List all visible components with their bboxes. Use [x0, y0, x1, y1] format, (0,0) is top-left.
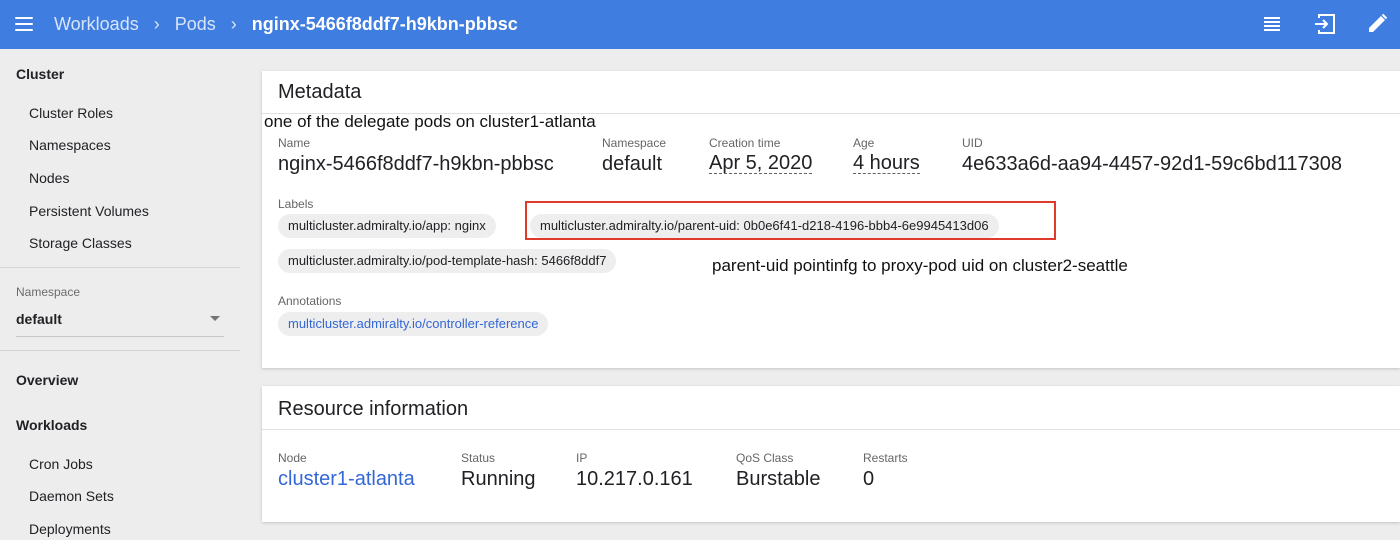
breadcrumb: Workloads › Pods › nginx-5466f8ddf7-h9kb…	[54, 0, 518, 49]
name-value: nginx-5466f8ddf7-h9kbn-pbbsc	[278, 153, 554, 175]
breadcrumb-pods[interactable]: Pods	[175, 14, 216, 35]
caret-down-icon	[210, 316, 220, 321]
sidebar-item-nodes[interactable]: Nodes	[29, 170, 69, 186]
namespace-field-value: default	[602, 153, 663, 175]
sidebar-item-deployments[interactable]: Deployments	[29, 521, 111, 537]
parent-uid-note: parent-uid pointinfg to proxy-pod uid on…	[712, 256, 1128, 275]
sidebar: Cluster Cluster Roles Namespaces Nodes P…	[0, 49, 240, 540]
metadata-title: Metadata	[278, 81, 362, 103]
metadata-card: Metadata one of the delegate pods on clu…	[262, 71, 1400, 368]
sidebar-divider	[0, 350, 240, 351]
sidebar-item-cluster-roles[interactable]: Cluster Roles	[29, 105, 113, 121]
label-chip-pod-template-hash: multicluster.admiralty.io/pod-template-h…	[278, 249, 617, 273]
qos-class-label: QoS Class	[736, 451, 794, 465]
ip-value: 10.217.0.161	[576, 468, 693, 490]
age-label: Age	[853, 136, 875, 150]
chevron-right-icon: ›	[153, 14, 160, 34]
sidebar-item-cron-jobs[interactable]: Cron Jobs	[29, 456, 93, 472]
status-value: Running	[461, 468, 536, 490]
delegate-pod-note: one of the delegate pods on cluster1-atl…	[264, 112, 596, 131]
uid-label: UID	[962, 136, 983, 150]
restarts-label: Restarts	[863, 451, 908, 465]
breadcrumb-workloads[interactable]: Workloads	[54, 14, 139, 35]
name-label: Name	[278, 136, 311, 150]
uid-value: 4e633a6d-aa94-4457-92d1-59c6bd117308	[962, 153, 1342, 175]
sidebar-item-overview[interactable]: Overview	[16, 372, 78, 388]
sidebar-item-storage-classes[interactable]: Storage Classes	[29, 235, 132, 251]
node-link[interactable]: cluster1-atlanta	[278, 468, 415, 491]
age-value[interactable]: 4 hours	[853, 153, 920, 174]
label-chip-app: multicluster.admiralty.io/app: nginx	[278, 214, 496, 238]
namespace-value: default	[16, 311, 62, 327]
namespace-label: Namespace	[16, 285, 81, 299]
creation-time-label: Creation time	[709, 136, 781, 150]
edit-icon[interactable]	[1364, 11, 1390, 37]
page-title: nginx-5466f8ddf7-h9kbn-pbbsc	[251, 14, 518, 34]
restarts-value: 0	[863, 468, 875, 490]
qos-class-value: Burstable	[736, 468, 821, 490]
chevron-right-icon: ›	[230, 14, 237, 34]
status-label: Status	[461, 451, 496, 465]
sidebar-item-daemon-sets[interactable]: Daemon Sets	[29, 488, 114, 504]
exec-icon[interactable]	[1312, 11, 1338, 37]
sidebar-divider	[0, 267, 240, 268]
resource-information-card: Resource information Node cluster1-atlan…	[262, 386, 1400, 522]
sidebar-section-cluster[interactable]: Cluster	[16, 66, 64, 82]
resource-information-title: Resource information	[278, 398, 469, 420]
logs-icon[interactable]	[1259, 11, 1285, 37]
top-app-bar: Workloads › Pods › nginx-5466f8ddf7-h9kb…	[0, 0, 1400, 49]
sidebar-item-namespaces[interactable]: Namespaces	[29, 137, 111, 153]
parent-uid-highlight-box	[525, 201, 1056, 240]
ip-label: IP	[576, 451, 588, 465]
card-divider	[262, 429, 1400, 430]
node-label: Node	[278, 451, 307, 465]
menu-icon[interactable]	[12, 12, 36, 36]
annotation-chip-controller-reference[interactable]: multicluster.admiralty.io/controller-ref…	[278, 312, 549, 336]
namespace-field-label: Namespace	[602, 136, 667, 150]
creation-time-value[interactable]: Apr 5, 2020	[709, 153, 813, 174]
labels-label: Labels	[278, 197, 314, 211]
annotations-label: Annotations	[278, 294, 342, 308]
namespace-select[interactable]: default	[16, 311, 224, 337]
sidebar-item-persistent-volumes[interactable]: Persistent Volumes	[29, 203, 149, 219]
sidebar-section-workloads[interactable]: Workloads	[16, 417, 87, 433]
